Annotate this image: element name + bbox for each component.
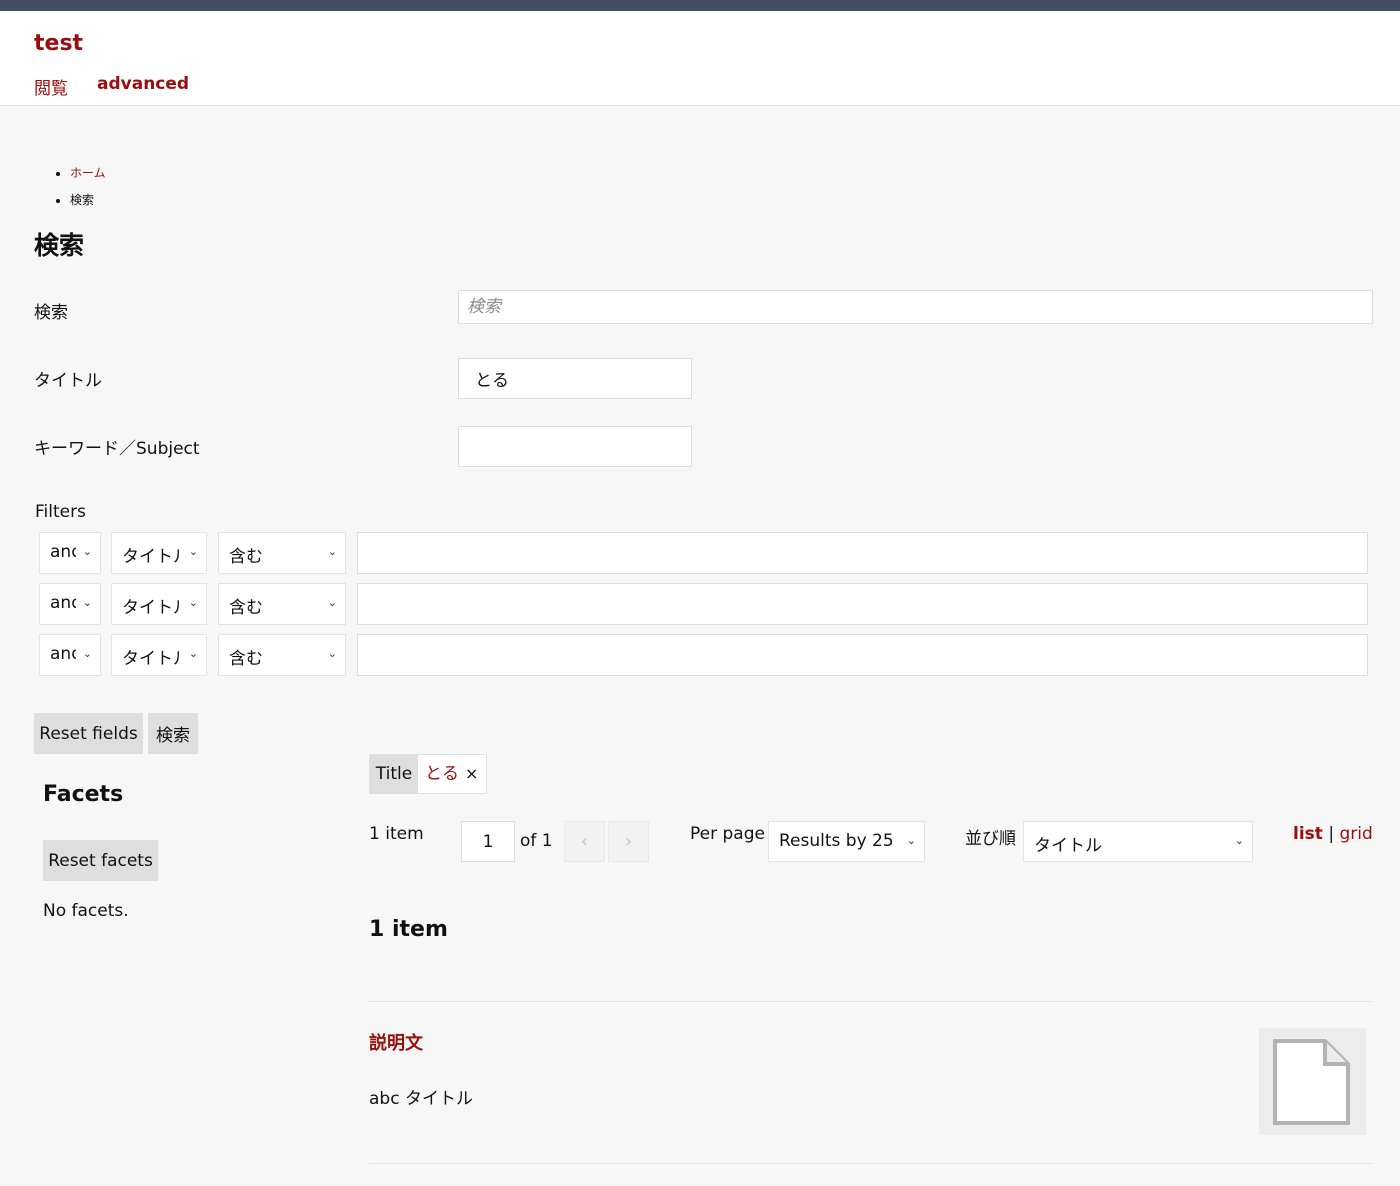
site-title-link[interactable]: test (34, 31, 83, 56)
chevron-down-icon: ⌄ (188, 596, 198, 609)
filter-joiner-select[interactable]: and ⌄ (39, 532, 101, 574)
filter-operator-select[interactable]: 含む ⌄ (218, 634, 346, 676)
filter-operator-value: 含む (229, 547, 263, 567)
breadcrumb-item-current: 検索 (70, 189, 106, 216)
keyword-input[interactable] (458, 426, 692, 467)
sort-value: タイトル (1034, 836, 1102, 856)
view-switcher: list | grid (1293, 824, 1373, 844)
result-count: 1 item (369, 824, 424, 844)
active-filter-value: とる (425, 764, 459, 784)
chevron-down-icon: ⌄ (82, 647, 92, 660)
active-filter-key: Title (370, 755, 418, 793)
filter-row: and ⌄ タイトル ⌄ 含む ⌄ (39, 583, 1368, 625)
breadcrumb-item-home: ホーム (70, 162, 106, 189)
sort-select[interactable]: タイトル ⌄ (1023, 821, 1253, 862)
title-label: タイトル (34, 371, 102, 391)
chevron-down-icon: ⌄ (82, 545, 92, 558)
nav-browse-link[interactable]: 閲覧 (34, 74, 68, 99)
divider (369, 1001, 1372, 1002)
reset-facets-button[interactable]: Reset facets (43, 840, 158, 881)
title-input[interactable] (458, 358, 692, 399)
sort-label: 並び順 (965, 829, 1016, 849)
filter-field-select[interactable]: タイトル ⌄ (111, 532, 207, 574)
filter-field-select[interactable]: タイトル ⌄ (111, 583, 207, 625)
search-submit-button[interactable]: 検索 (148, 713, 198, 754)
filter-value-input[interactable] (357, 634, 1368, 676)
next-page-icon[interactable]: › (608, 821, 649, 862)
filter-operator-select[interactable]: 含む ⌄ (218, 532, 346, 574)
view-list-link[interactable]: list (1293, 824, 1323, 844)
file-icon (1273, 1039, 1350, 1125)
filter-operator-value: 含む (229, 598, 263, 618)
divider (369, 1163, 1372, 1164)
site-header: test 閲覧 advanced (0, 11, 1400, 106)
filter-row: and ⌄ タイトル ⌄ 含む ⌄ (39, 532, 1368, 574)
breadcrumb-home-link[interactable]: ホーム (70, 166, 106, 180)
filter-field-value: タイトル (122, 649, 190, 669)
top-bar (0, 0, 1400, 11)
filter-field-value: タイトル (122, 547, 190, 567)
per-page-select[interactable]: Results by 25 ⌄ (768, 821, 925, 862)
search-input[interactable] (458, 290, 1373, 324)
keyword-label: キーワード／Subject (34, 439, 200, 459)
no-facets-text: No facets. (43, 901, 129, 921)
filter-field-select[interactable]: タイトル ⌄ (111, 634, 207, 676)
result-item-thumbnail[interactable] (1259, 1028, 1366, 1135)
page-total: of 1 (520, 831, 553, 851)
filter-row: and ⌄ タイトル ⌄ 含む ⌄ (39, 634, 1368, 676)
view-grid-link[interactable]: grid (1339, 824, 1372, 844)
filters-label: Filters (35, 502, 86, 522)
view-separator: | (1328, 824, 1335, 844)
result-item-title-link[interactable]: 説明文 (369, 1029, 423, 1055)
remove-filter-icon[interactable]: × (465, 755, 478, 793)
chevron-down-icon: ⌄ (1234, 834, 1244, 847)
filter-joiner-select[interactable]: and ⌄ (39, 583, 101, 625)
chevron-down-icon: ⌄ (906, 834, 916, 847)
result-item-description: abc タイトル (369, 1089, 473, 1109)
chevron-down-icon: ⌄ (327, 545, 337, 558)
page-number-input[interactable] (461, 821, 515, 862)
chevron-down-icon: ⌄ (327, 647, 337, 660)
per-page-label: Per page (690, 824, 765, 844)
prev-page-icon[interactable]: ‹ (564, 821, 605, 862)
reset-fields-button[interactable]: Reset fields (34, 713, 143, 754)
filter-field-value: タイトル (122, 598, 190, 618)
chevron-down-icon: ⌄ (188, 545, 198, 558)
page-title: 検索 (34, 231, 85, 260)
results-heading: 1 item (369, 917, 448, 942)
chevron-down-icon: ⌄ (188, 647, 198, 660)
filter-value-input[interactable] (357, 532, 1368, 574)
nav-advanced-link[interactable]: advanced (97, 74, 189, 94)
filter-operator-value: 含む (229, 649, 263, 669)
per-page-value: Results by 25 (779, 831, 894, 851)
filter-operator-select[interactable]: 含む ⌄ (218, 583, 346, 625)
active-filter-chip: Title とる × (369, 754, 487, 794)
filter-value-input[interactable] (357, 583, 1368, 625)
chevron-down-icon: ⌄ (82, 596, 92, 609)
filter-joiner-select[interactable]: and ⌄ (39, 634, 101, 676)
breadcrumb: ホーム 検索 (52, 162, 106, 216)
chevron-down-icon: ⌄ (327, 596, 337, 609)
search-label: 検索 (34, 303, 68, 323)
facets-title: Facets (43, 782, 124, 807)
